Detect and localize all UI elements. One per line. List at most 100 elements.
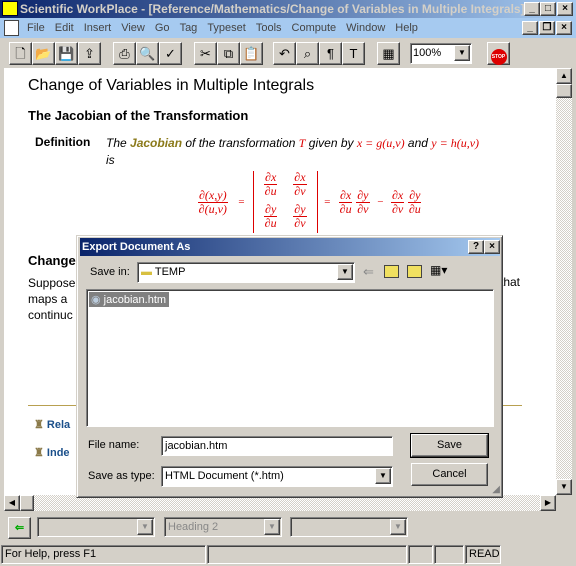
save-in-value: TEMP [154, 266, 186, 278]
file-item[interactable]: ◉ jacobian.htm [89, 292, 170, 307]
scroll-thumb[interactable] [556, 84, 572, 98]
save-button[interactable]: 💾 [55, 42, 78, 65]
scroll-right-button[interactable]: ▶ [540, 495, 556, 511]
view-menu-icon[interactable]: ▦▾ [430, 263, 447, 277]
dialog-close-button[interactable]: × [484, 240, 500, 254]
save-as-type-label: Save as type: [88, 470, 155, 482]
stop-button[interactable]: STOP [487, 42, 510, 65]
tag-select[interactable]: Heading 2 ▼ [164, 517, 282, 537]
maximize-button[interactable]: □ [540, 2, 556, 16]
close-button[interactable]: × [557, 2, 573, 16]
preview-icon: 🔍 [139, 46, 156, 61]
stop-icon: STOP [490, 49, 507, 65]
open-button[interactable]: 📂 [32, 42, 55, 65]
page-title: Change of Variables in Multiple Integral… [28, 77, 315, 94]
link-index[interactable]: ♜ Inde [34, 446, 70, 459]
menu-edit[interactable]: Edit [50, 18, 79, 38]
determinant: ∂x ∂u ∂x ∂v ∂y ∂u ∂y ∂v [253, 171, 318, 233]
copy-button[interactable]: ⧉ [217, 42, 240, 65]
scroll-left-button[interactable]: ◀ [4, 495, 20, 511]
scroll-down-button[interactable]: ▼ [556, 479, 572, 495]
menu-window[interactable]: Window [341, 18, 390, 38]
tag-value: Heading 2 [168, 521, 219, 533]
scroll-thumb[interactable] [20, 495, 34, 511]
doc-minimize-button[interactable]: _ [522, 21, 538, 35]
math: ∂u [264, 184, 277, 198]
export-icon: ⇪ [84, 46, 95, 61]
math: ∂(x,y) [198, 187, 228, 203]
math: − [376, 196, 384, 208]
text: Suppose [28, 276, 76, 290]
export-button[interactable]: ⇪ [78, 42, 101, 65]
file-list[interactable]: ◉ jacobian.htm [86, 289, 494, 427]
print-icon: ⎙ [119, 46, 130, 61]
help-button[interactable]: ? [468, 240, 484, 254]
chevron-down-icon[interactable]: ▼ [137, 519, 153, 535]
menu-typeset[interactable]: Typeset [202, 18, 251, 38]
cut-button[interactable]: ✂ [194, 42, 217, 65]
spell-button[interactable]: ✓ [159, 42, 182, 65]
minimize-button[interactable]: _ [524, 2, 540, 16]
menu-tools[interactable]: Tools [251, 18, 287, 38]
menu-bar: File Edit Insert View Go Tag Typeset Tools Compu… [0, 18, 576, 38]
dialog-title: Export Document As [82, 241, 191, 253]
save-in-select[interactable]: ▬ TEMP ▼ [137, 262, 355, 283]
back-icon[interactable]: ⇐ [363, 264, 374, 280]
math: ∂x [293, 170, 307, 185]
section-select[interactable]: ▼ [37, 517, 155, 537]
preview-button[interactable]: 🔍 [136, 42, 159, 65]
menu-tag[interactable]: Tag [175, 18, 203, 38]
text: that [500, 275, 521, 289]
save-icon: 💾 [58, 46, 75, 61]
math: ∂x [264, 170, 278, 185]
back-arrow-button[interactable]: ⇐ [8, 517, 31, 539]
chevron-down-icon[interactable]: ▼ [337, 264, 353, 280]
paragraph-icon: ¶ [327, 46, 334, 61]
math: ∂v [357, 201, 369, 216]
save-button[interactable]: Save [410, 433, 489, 458]
new-button[interactable]: 🗋 [9, 42, 32, 65]
chevron-down-icon[interactable]: ▼ [375, 468, 391, 484]
new-folder-icon[interactable] [407, 265, 422, 278]
menu-compute[interactable]: Compute [287, 18, 342, 38]
chevron-down-icon[interactable]: ▼ [454, 45, 470, 61]
open-icon: 📂 [35, 46, 52, 61]
menu-file[interactable]: File [22, 18, 50, 38]
link-related[interactable]: ♜ Rela [34, 418, 70, 431]
zoom-select[interactable]: 100% ▼ [410, 43, 472, 64]
definition-text: The Jacobian of the transformation T giv… [106, 135, 536, 169]
cancel-button[interactable]: Cancel [411, 463, 488, 486]
item-select[interactable]: ▼ [290, 517, 408, 537]
paragraph-button[interactable]: ¶ [319, 42, 342, 65]
new-icon: 🗋 [15, 46, 26, 61]
doc-close-button[interactable]: × [556, 21, 572, 35]
paste-button[interactable]: 📋 [240, 42, 263, 65]
text-button[interactable]: T [342, 42, 365, 65]
print-button[interactable]: ⎙ [113, 42, 136, 65]
math: ∂y [293, 201, 307, 217]
chevron-down-icon[interactable]: ▼ [264, 519, 280, 535]
find-button[interactable]: ⌕ [296, 42, 319, 65]
vertical-scrollbar[interactable]: ▲ ▼ [556, 68, 572, 495]
export-dialog: Export Document As ? × Save in: ▬ TEMP ▼ … [76, 235, 503, 498]
save-as-type-value: HTML Document (*.htm) [165, 470, 284, 482]
file-name-input[interactable]: jacobian.htm [161, 436, 393, 456]
text: given by [305, 136, 357, 150]
menu-insert[interactable]: Insert [79, 18, 117, 38]
menu-go[interactable]: Go [150, 18, 175, 38]
undo-button[interactable]: ↶ [273, 42, 296, 65]
table-button[interactable]: ▦ [377, 42, 400, 65]
scroll-up-button[interactable]: ▲ [556, 68, 572, 84]
status-panel [408, 545, 433, 564]
menu-view[interactable]: View [116, 18, 150, 38]
text: maps a [28, 292, 68, 306]
resize-grip-icon[interactable]: ◢ [492, 484, 500, 495]
chevron-down-icon[interactable]: ▼ [390, 519, 406, 535]
math: ∂y [264, 201, 278, 217]
save-in-label: Save in: [90, 266, 130, 278]
jacobian-term: Jacobian [130, 136, 183, 150]
save-as-type-select[interactable]: HTML Document (*.htm) ▼ [161, 466, 393, 487]
doc-restore-button[interactable]: ❐ [539, 21, 555, 35]
menu-help[interactable]: Help [390, 18, 423, 38]
up-folder-icon[interactable] [384, 265, 399, 278]
